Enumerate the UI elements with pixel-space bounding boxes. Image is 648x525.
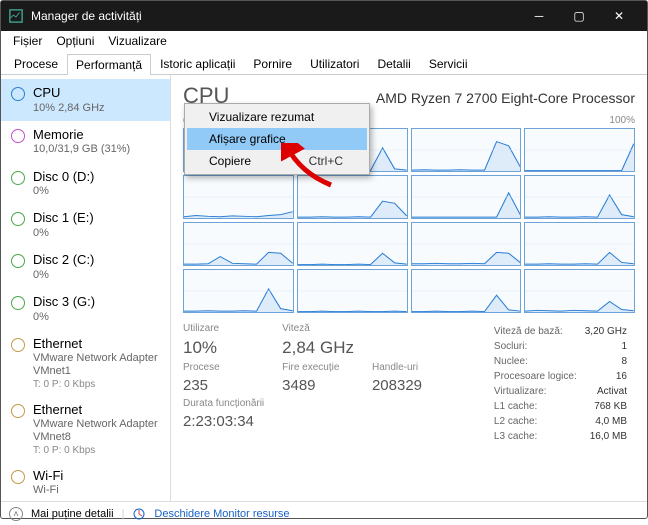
sidebar-item-label: CPU [33, 85, 105, 101]
tab-app-history[interactable]: Istoric aplicații [151, 53, 244, 74]
resmon-icon [132, 507, 146, 521]
resource-icon [11, 129, 25, 143]
sidebar-item-ethernet[interactable]: Ethernet VMware Network Adapter VMnet8 T… [1, 396, 170, 462]
core-graph [411, 222, 522, 266]
resource-icon [11, 404, 25, 418]
sidebar-item-label: Disc 2 (C:) [33, 252, 94, 268]
resource-icon [11, 212, 25, 226]
sidebar-item-label: Disc 3 (G:) [33, 294, 95, 310]
sidebar-item-sub: 0% [33, 269, 94, 282]
sidebar-item-sub: VMware Network Adapter VMnet8 [33, 418, 162, 444]
sidebar-item-label: Wi-Fi [33, 468, 63, 484]
sidebar-item-sub2: T: 0 P: 0 Kbps [33, 379, 162, 390]
sidebar-item-memorie[interactable]: Memorie 10,0/31,9 GB (31%) [1, 121, 170, 163]
tab-processes[interactable]: Procese [5, 53, 67, 74]
tab-services[interactable]: Servicii [420, 53, 477, 74]
resource-icon [11, 171, 25, 185]
sidebar-item-disc-1-e-[interactable]: Disc 1 (E:) 0% [1, 204, 170, 246]
sidebar-item-sub: 0% [33, 185, 94, 198]
sidebar-item-sub: Wi-Fi [33, 484, 63, 497]
threads-label: Fire execuție [282, 362, 354, 373]
sidebar-item-wi-fi[interactable]: Wi-Fi Wi-Fi [1, 462, 170, 501]
core-graph [524, 128, 635, 172]
core-graph [297, 269, 408, 313]
core-graph [524, 175, 635, 219]
resource-icon [11, 338, 25, 352]
util-value: 10% [183, 338, 264, 358]
sidebar-item-sub: 0% [33, 227, 94, 240]
sidebar-item-sub: 10% 2,84 GHz [33, 102, 105, 115]
context-menu: Vizualizare rezumat Afișare grafice Copi… [184, 103, 370, 175]
sidebar-item-ethernet[interactable]: Ethernet VMware Network Adapter VMnet1 T… [1, 330, 170, 396]
sidebar-item-disc-2-c-[interactable]: Disc 2 (C:) 0% [1, 246, 170, 288]
proc-value: 235 [183, 377, 264, 394]
speed-label: Viteză [282, 323, 354, 334]
core-graph [411, 128, 522, 172]
menu-file[interactable]: Fișier [7, 32, 48, 50]
util-label: Utilizare [183, 323, 264, 334]
cpu-details-table: Viteză de bază:3,20 GHz Socluri:1 Nuclee… [492, 323, 635, 445]
sidebar-item-label: Ethernet [33, 336, 162, 352]
cpu-model: AMD Ryzen 7 2700 Eight-Core Processor [376, 90, 635, 106]
fewer-details-link[interactable]: Mai puține detalii [31, 508, 114, 520]
menubar: Fișier Opțiuni Vizualizare [1, 31, 647, 51]
sidebar-item-label: Disc 1 (E:) [33, 210, 94, 226]
core-graph [183, 269, 294, 313]
sidebar-item-sub: VMware Network Adapter VMnet1 [33, 352, 162, 378]
tab-performance[interactable]: Performanță [67, 54, 151, 75]
resource-icon [11, 470, 25, 484]
core-graph [411, 175, 522, 219]
tab-startup[interactable]: Pornire [244, 53, 301, 74]
resource-icon [11, 296, 25, 310]
menu-options[interactable]: Opțiuni [50, 32, 100, 50]
resource-icon [11, 254, 25, 268]
resource-icon [11, 87, 25, 101]
core-graph [183, 222, 294, 266]
tab-details[interactable]: Detalii [368, 53, 419, 74]
close-button[interactable]: ✕ [599, 1, 639, 31]
speed-value: 2,84 GHz [282, 338, 354, 358]
core-graph [297, 222, 408, 266]
core-graph [524, 269, 635, 313]
sidebar: CPU 10% 2,84 GHz Memorie 10,0/31,9 GB (3… [1, 75, 171, 501]
chevron-up-icon[interactable]: ˄ [9, 507, 23, 521]
minimize-button[interactable]: ─ [519, 1, 559, 31]
proc-label: Procese [183, 362, 264, 373]
menu-view[interactable]: Vizualizare [102, 32, 172, 50]
open-resmon-link[interactable]: Deschidere Monitor resurse [154, 508, 289, 520]
sidebar-item-label: Memorie [33, 127, 130, 143]
uptime-label: Durata funcționării [183, 398, 264, 409]
tabstrip: Procese Performanță Istoric aplicații Po… [1, 51, 647, 75]
sidebar-item-sub: 10,0/31,9 GB (31%) [33, 143, 130, 156]
maximize-button[interactable]: ▢ [559, 1, 599, 31]
window-title: Manager de activități [31, 9, 519, 23]
sidebar-item-disc-3-g-[interactable]: Disc 3 (G:) 0% [1, 288, 170, 330]
sidebar-item-sub: 0% [33, 311, 95, 324]
footer: ˄ Mai puține detalii | Deschidere Monito… [1, 501, 647, 525]
sidebar-item-disc-0-d-[interactable]: Disc 0 (D:) 0% [1, 163, 170, 205]
handles-label: Handle-uri [372, 362, 442, 373]
tab-users[interactable]: Utilizatori [301, 53, 368, 74]
sidebar-item-sub2: T: 0 P: 0 Kbps [33, 445, 162, 456]
core-graph [183, 175, 294, 219]
uptime-value: 2:23:03:34 [183, 413, 264, 430]
sidebar-item-cpu[interactable]: CPU 10% 2,84 GHz [1, 79, 170, 121]
annotation-arrow-icon [281, 143, 341, 193]
threads-value: 3489 [282, 377, 354, 394]
core-graph [411, 269, 522, 313]
ctx-summary-view[interactable]: Vizualizare rezumat [187, 106, 367, 128]
axis-right: 100% [609, 115, 635, 126]
sidebar-item-label: Disc 0 (D:) [33, 169, 94, 185]
titlebar: Manager de activități ─ ▢ ✕ [1, 1, 647, 31]
app-icon [9, 9, 23, 23]
handles-value: 208329 [372, 377, 442, 394]
core-graph [524, 222, 635, 266]
sidebar-item-label: Ethernet [33, 402, 162, 418]
